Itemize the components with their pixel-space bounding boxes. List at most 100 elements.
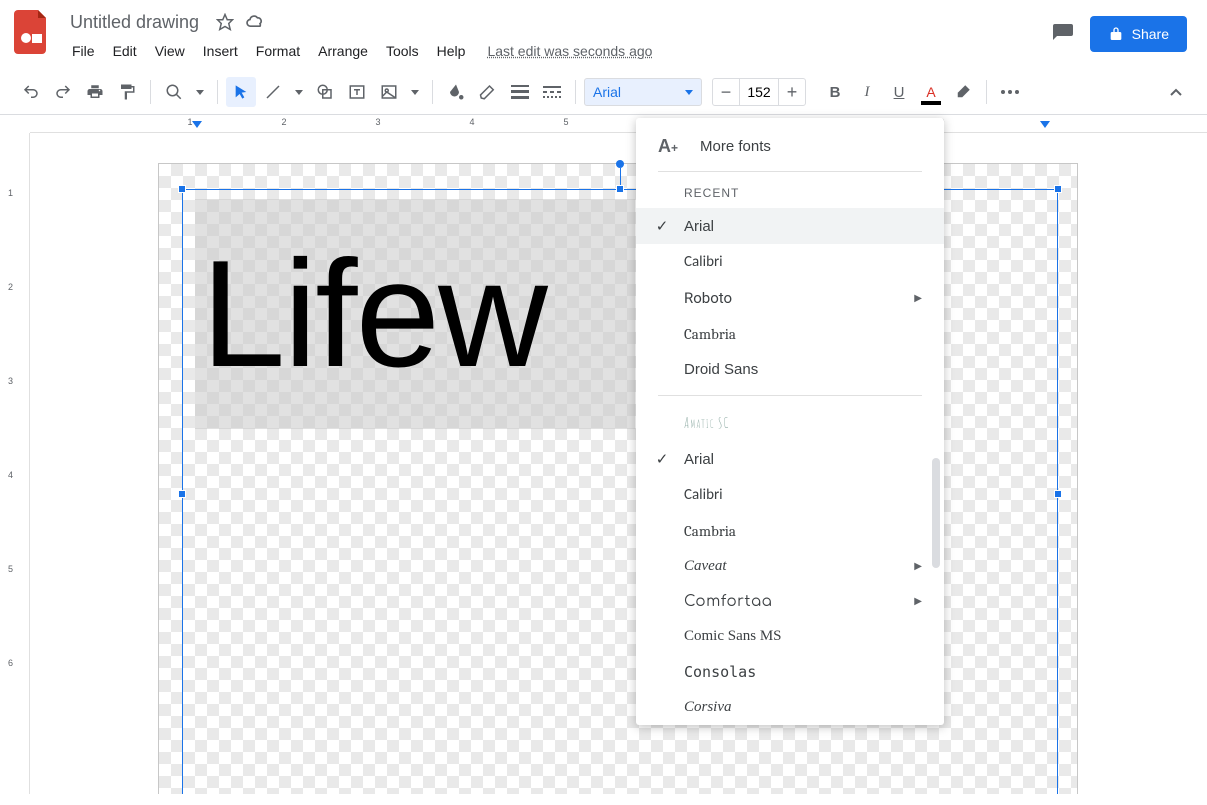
more-fonts-item[interactable]: A+ More fonts [636, 118, 944, 171]
image-tool[interactable] [374, 77, 404, 107]
last-edit-link[interactable]: Last edit was seconds ago [487, 43, 652, 59]
menu-file[interactable]: File [64, 39, 103, 63]
font-item-calibri[interactable]: Calibri [636, 244, 944, 280]
font-item-consolas[interactable]: Consolas [636, 654, 944, 690]
menu-tools[interactable]: Tools [378, 39, 427, 63]
more-button[interactable] [995, 77, 1025, 107]
vertical-ruler[interactable]: 123456 [0, 133, 30, 794]
separator [986, 80, 987, 104]
resize-handle-tr[interactable] [1054, 185, 1062, 193]
menu-help[interactable]: Help [429, 39, 474, 63]
zoom-dropdown[interactable] [191, 77, 209, 107]
menu-arrange[interactable]: Arrange [310, 39, 376, 63]
font-size-control: − + [712, 78, 806, 106]
border-dash-button[interactable] [537, 77, 567, 107]
underline-button[interactable]: U [884, 77, 914, 107]
scrollbar-thumb[interactable] [932, 458, 940, 568]
font-item-arial[interactable]: ✓Arial [636, 441, 944, 477]
submenu-arrow-icon: ▶ [914, 293, 922, 304]
separator [575, 80, 576, 104]
submenu-arrow-icon: ▶ [914, 561, 922, 572]
ruler-tick: 5 [8, 564, 13, 574]
font-item-label: Cambria [684, 325, 922, 343]
share-button[interactable]: Share [1090, 16, 1187, 52]
canvas-viewport[interactable]: Lifew [30, 133, 1207, 794]
line-tool[interactable] [258, 77, 288, 107]
ruler-tick: 3 [375, 117, 380, 127]
undo-button[interactable] [16, 77, 46, 107]
ruler-tick: 2 [8, 282, 13, 292]
ruler-tick: 1 [8, 188, 13, 198]
font-item-amatic-sc[interactable]: Amatic SC [636, 404, 944, 441]
document-title[interactable]: Untitled drawing [64, 10, 205, 35]
ruler-tick: 4 [469, 117, 474, 127]
font-item-cambria[interactable]: Cambria [636, 513, 944, 549]
more-fonts-label: More fonts [700, 138, 771, 155]
drawings-logo-icon[interactable] [12, 8, 52, 56]
comments-icon[interactable] [1050, 21, 1076, 47]
cloud-status-icon[interactable] [245, 12, 265, 32]
redo-button[interactable] [48, 77, 78, 107]
title-area: Untitled drawing File Edit View Insert F… [64, 8, 1050, 66]
font-item-caveat[interactable]: Caveat▶ [636, 549, 944, 584]
text-color-button[interactable]: A [916, 77, 946, 107]
font-size-increase[interactable]: + [779, 79, 805, 105]
ruler-tick: 2 [281, 117, 286, 127]
image-dropdown[interactable] [406, 77, 424, 107]
menu-view[interactable]: View [147, 39, 193, 63]
font-item-label: Calibri [684, 253, 922, 271]
resize-handle-tl[interactable] [178, 185, 186, 193]
font-item-corsiva[interactable]: Corsiva [636, 690, 944, 725]
border-weight-button[interactable] [505, 77, 535, 107]
star-icon[interactable] [215, 12, 235, 32]
italic-button[interactable]: I [852, 77, 882, 107]
font-item-arial[interactable]: ✓Arial [636, 208, 944, 244]
menu-format[interactable]: Format [248, 39, 308, 63]
font-size-input[interactable] [739, 79, 779, 105]
print-button[interactable] [80, 77, 110, 107]
font-item-calibri[interactable]: Calibri [636, 477, 944, 513]
app-header: Untitled drawing File Edit View Insert F… [0, 0, 1207, 66]
font-family-value: Arial [593, 84, 685, 100]
font-size-decrease[interactable]: − [713, 79, 739, 105]
font-item-label: Amatic SC [684, 413, 922, 432]
font-item-comfortaa[interactable]: Comfortaa▶ [636, 584, 944, 619]
font-item-label: Comic Sans MS [684, 628, 922, 645]
bold-button[interactable]: B [820, 77, 850, 107]
select-tool[interactable] [226, 77, 256, 107]
shape-tool[interactable] [310, 77, 340, 107]
menu-insert[interactable]: Insert [195, 39, 246, 63]
font-item-roboto[interactable]: Roboto ▶ [636, 280, 944, 316]
toolbar: Arial − + B I U A [0, 70, 1207, 115]
highlight-button[interactable] [948, 77, 978, 107]
fill-color-button[interactable] [441, 77, 471, 107]
textbox-tool[interactable] [342, 77, 372, 107]
indent-marker-left[interactable] [192, 121, 202, 128]
font-item-cambria[interactable]: Cambria [636, 316, 944, 352]
indent-marker-right[interactable] [1040, 121, 1050, 128]
border-color-button[interactable] [473, 77, 503, 107]
menu-edit[interactable]: Edit [105, 39, 145, 63]
font-item-label: Corsiva [684, 699, 922, 716]
rotate-handle[interactable] [616, 160, 624, 168]
more-fonts-icon: A+ [658, 136, 678, 157]
resize-handle-mr[interactable] [1054, 490, 1062, 498]
font-dropdown-menu: A+ More fonts RECENT ✓ArialCalibriRoboto… [636, 118, 944, 725]
font-item-comic-sans-ms[interactable]: Comic Sans MS [636, 619, 944, 654]
horizontal-ruler[interactable]: 123456789 [30, 115, 1207, 133]
separator [150, 80, 151, 104]
font-family-dropdown[interactable]: Arial [584, 78, 702, 106]
line-dropdown[interactable] [290, 77, 308, 107]
ruler-tick: 5 [563, 117, 568, 127]
resize-handle-tm[interactable] [616, 185, 624, 193]
ruler-tick: 6 [8, 658, 13, 668]
font-item-droid-sans[interactable]: Droid Sans [636, 352, 944, 387]
zoom-button[interactable] [159, 77, 189, 107]
font-item-label: Calibri [684, 486, 922, 504]
font-item-label: Cambria [684, 522, 922, 540]
paint-format-button[interactable] [112, 77, 142, 107]
collapse-toolbar-button[interactable] [1161, 77, 1191, 107]
check-icon: ✓ [654, 217, 670, 235]
font-item-label: Roboto [684, 289, 900, 307]
resize-handle-ml[interactable] [178, 490, 186, 498]
